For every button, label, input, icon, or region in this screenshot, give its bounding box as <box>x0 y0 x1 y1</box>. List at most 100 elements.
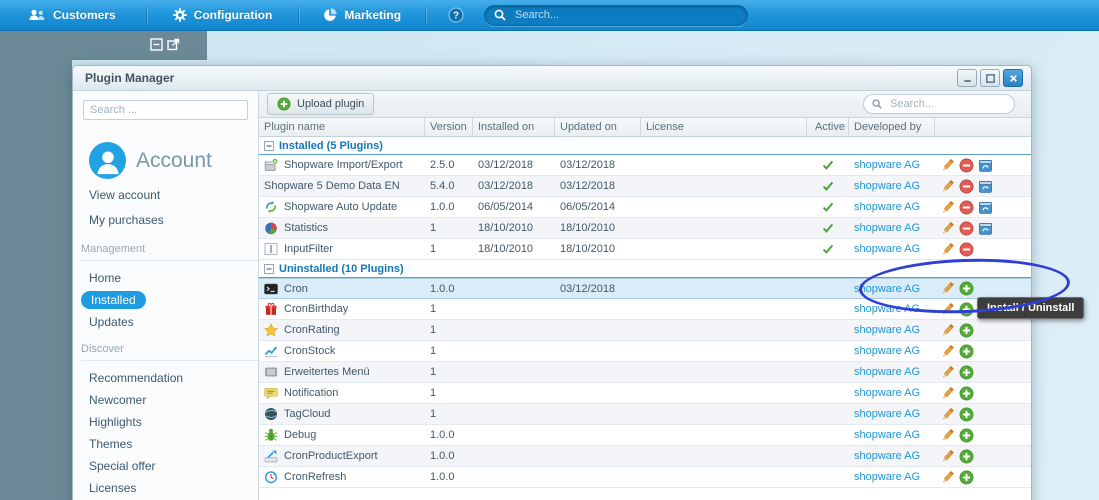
plugin-row[interactable]: Shopware Auto Update 1.0.0 06/05/2014 06/05… <box>259 197 1031 218</box>
sidebar-item-licenses[interactable]: Licenses <box>89 477 258 499</box>
sidebar-item-updates[interactable]: Updates <box>89 311 258 333</box>
install-icon[interactable] <box>959 281 974 296</box>
column-header-license[interactable]: License <box>641 118 807 136</box>
plugin-row[interactable]: Notification 1 shopware AG <box>259 383 1031 404</box>
developer-link[interactable]: shopware AG <box>854 408 920 420</box>
edit-icon[interactable] <box>940 242 955 257</box>
window-minimize-icon[interactable] <box>150 38 163 51</box>
install-icon[interactable] <box>959 428 974 443</box>
column-header-installed-on[interactable]: Installed on <box>473 118 555 136</box>
help-button[interactable]: ? <box>448 7 464 23</box>
menu-marketing[interactable]: Marketing <box>323 8 401 22</box>
edit-icon[interactable] <box>940 221 955 236</box>
edit-icon[interactable] <box>940 428 955 443</box>
maximize-button[interactable] <box>980 69 1000 87</box>
group-header[interactable]: Uninstalled (10 Plugins) <box>259 260 1031 278</box>
uninstall-icon[interactable] <box>959 242 974 257</box>
plugin-row[interactable]: CronBirthday 1 shopware AG <box>259 299 1031 320</box>
install-icon[interactable] <box>959 470 974 485</box>
update-icon[interactable] <box>978 158 993 173</box>
edit-icon[interactable] <box>940 449 955 464</box>
developer-link[interactable]: shopware AG <box>854 429 920 441</box>
edit-icon[interactable] <box>940 323 955 338</box>
sidebar-link-my-purchases[interactable]: My purchases <box>89 208 258 233</box>
upload-plugin-button[interactable]: Upload plugin <box>267 93 375 115</box>
edit-icon[interactable] <box>940 407 955 422</box>
close-button[interactable] <box>1003 69 1023 87</box>
sidebar-item-themes[interactable]: Themes <box>89 433 258 455</box>
edit-icon[interactable] <box>940 365 955 380</box>
edit-icon[interactable] <box>940 158 955 173</box>
uninstall-icon[interactable] <box>959 179 974 194</box>
sidebar-search[interactable] <box>83 100 248 120</box>
update-icon[interactable] <box>978 179 993 194</box>
plugin-row[interactable]: CronStock 1 shopware AG <box>259 341 1031 362</box>
edit-icon[interactable] <box>940 179 955 194</box>
column-header-developed-by[interactable]: Developed by <box>849 118 935 136</box>
sidebar-link-view-account[interactable]: View account <box>89 183 258 208</box>
plugin-row[interactable]: I InputFilter 1 18/10/2010 18/10/2010 shopwar… <box>259 239 1031 260</box>
uninstall-icon[interactable] <box>959 158 974 173</box>
plugin-row[interactable]: Debug 1.0.0 shopware AG <box>259 425 1031 446</box>
plugin-row[interactable]: Erweitertes Menü 1 shopware AG <box>259 362 1031 383</box>
edit-icon[interactable] <box>940 470 955 485</box>
sidebar-item-newcomer[interactable]: Newcomer <box>89 389 258 411</box>
global-search-input[interactable] <box>513 8 740 22</box>
menu-configuration[interactable]: Configuration <box>172 8 272 22</box>
install-icon[interactable] <box>959 344 974 359</box>
uninstall-icon[interactable] <box>959 221 974 236</box>
install-icon[interactable] <box>959 449 974 464</box>
developer-link[interactable]: shopware AG <box>854 222 920 234</box>
menu-customers[interactable]: Customers <box>28 8 116 22</box>
edit-icon[interactable] <box>940 386 955 401</box>
plugin-row[interactable]: CronProductExport 1.0.0 shopware AG <box>259 446 1031 467</box>
column-header-plugin-name[interactable]: Plugin name <box>259 118 425 136</box>
column-header-active[interactable]: Active <box>807 118 849 136</box>
developer-link[interactable]: shopware AG <box>854 450 920 462</box>
collapse-box-icon[interactable] <box>264 263 274 274</box>
developer-link[interactable]: shopware AG <box>854 324 920 336</box>
plugin-row[interactable]: Shopware 5 Demo Data EN 5.4.0 03/12/2018 03… <box>259 176 1031 197</box>
plugin-row[interactable]: CronRefresh 1.0.0 shopware AG <box>259 467 1031 488</box>
install-icon[interactable] <box>959 407 974 422</box>
plugin-row[interactable]: Shopware Import/Export 2.5.0 03/12/2018 03/… <box>259 155 1031 176</box>
plugin-row[interactable]: CronRating 1 shopware AG <box>259 320 1031 341</box>
sidebar-item-home[interactable]: Home <box>89 267 258 289</box>
minimize-button[interactable] <box>957 69 977 87</box>
global-search[interactable] <box>484 4 749 26</box>
popout-icon[interactable] <box>167 38 180 51</box>
sidebar-search-input[interactable] <box>83 100 248 120</box>
developer-link[interactable]: shopware AG <box>854 159 920 171</box>
install-icon[interactable] <box>959 386 974 401</box>
edit-icon[interactable] <box>940 302 955 317</box>
install-icon[interactable] <box>959 323 974 338</box>
developer-link[interactable]: shopware AG <box>854 345 920 357</box>
install-icon[interactable] <box>959 365 974 380</box>
update-icon[interactable] <box>978 200 993 215</box>
column-header-actions[interactable] <box>935 118 1023 136</box>
plugin-row[interactable]: Cron 1.0.0 03/12/2018 shopware AG <box>259 278 1031 299</box>
column-header-updated-on[interactable]: Updated on <box>555 118 641 136</box>
sidebar-item-recommendation[interactable]: Recommendation <box>89 367 258 389</box>
sidebar-item-installed[interactable]: Installed <box>81 289 258 311</box>
window-titlebar[interactable]: Plugin Manager <box>73 66 1031 91</box>
install-icon[interactable] <box>959 302 974 317</box>
collapse-box-icon[interactable] <box>264 140 274 151</box>
column-header-version[interactable]: Version <box>425 118 473 136</box>
developer-link[interactable]: shopware AG <box>854 243 920 255</box>
edit-icon[interactable] <box>940 344 955 359</box>
developer-link[interactable]: shopware AG <box>854 180 920 192</box>
developer-link[interactable]: shopware AG <box>854 366 920 378</box>
plugin-row[interactable]: Statistics 1 18/10/2010 18/10/2010 shopware … <box>259 218 1031 239</box>
update-icon[interactable] <box>978 221 993 236</box>
edit-icon[interactable] <box>940 200 955 215</box>
edit-icon[interactable] <box>940 281 955 296</box>
developer-link[interactable]: shopware AG <box>854 201 920 213</box>
uninstall-icon[interactable] <box>959 200 974 215</box>
group-header[interactable]: Installed (5 Plugins) <box>259 137 1031 155</box>
developer-link[interactable]: shopware AG <box>854 303 920 315</box>
plugin-search[interactable] <box>863 94 1015 114</box>
sidebar-item-highlights[interactable]: Highlights <box>89 411 258 433</box>
developer-link[interactable]: shopware AG <box>854 471 920 483</box>
plugin-search-input[interactable] <box>888 97 1007 111</box>
